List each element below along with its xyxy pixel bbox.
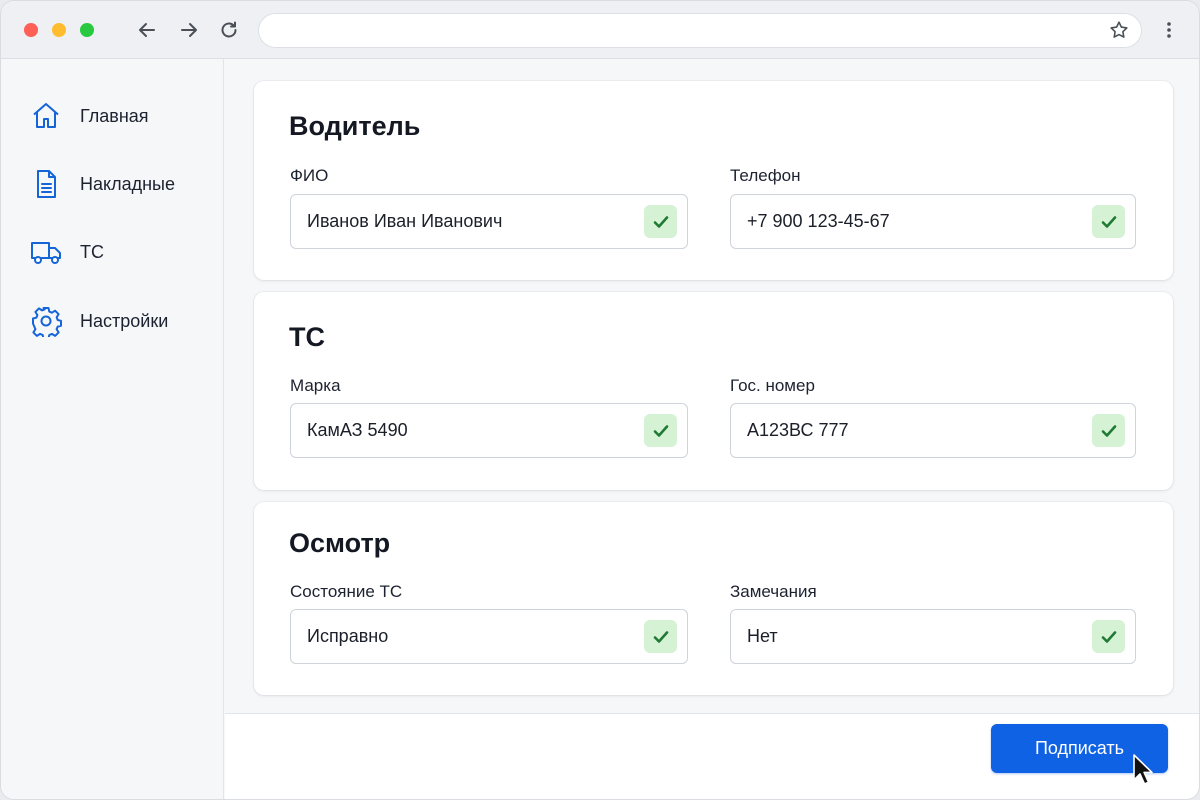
sidebar-item-label: ТС [80, 241, 104, 262]
form-footer: Подписать [225, 713, 1199, 799]
address-bar[interactable] [258, 13, 1142, 48]
forward-button[interactable] [176, 17, 202, 43]
field-value: КамАЗ 5490 [307, 420, 408, 440]
field-value: Нет [747, 626, 778, 646]
back-button[interactable] [134, 17, 160, 43]
section-title: ТС [289, 322, 325, 352]
star-icon [1110, 21, 1128, 38]
home-icon [29, 99, 63, 133]
full-name-field[interactable]: Иванов Иван Иванович [290, 194, 688, 249]
close-window-button[interactable] [24, 23, 38, 37]
document-icon [29, 167, 63, 201]
browser-window: Главная Накладные ТС Настройки Водитель … [0, 0, 1200, 800]
field-label: Замечания [730, 582, 817, 601]
main-content: Водитель ФИО Иванов Иван Иванович Телефо… [225, 59, 1199, 713]
bookmark-button[interactable] [1107, 18, 1131, 42]
vehicle-condition-field[interactable]: Исправно [290, 609, 688, 664]
check-icon [1092, 205, 1125, 238]
sidebar-item-invoices[interactable]: Накладные [29, 167, 209, 201]
field-label: Гос. номер [730, 376, 815, 395]
plate-number-field[interactable]: А123ВС 777 [730, 403, 1136, 458]
browser-menu-button[interactable] [1159, 18, 1179, 42]
field-label: ФИО [290, 166, 329, 185]
field-value: Иванов Иван Иванович [307, 211, 503, 231]
section-title: Осмотр [289, 528, 391, 558]
sidebar: Главная Накладные ТС Настройки [1, 59, 224, 799]
field-label: Телефон [730, 166, 801, 185]
inspection-section: Осмотр Состояние ТС Исправно Замечания Н… [254, 502, 1173, 695]
sidebar-item-home[interactable]: Главная [29, 99, 209, 133]
sidebar-item-settings[interactable]: Настройки [29, 304, 209, 338]
sidebar-item-label: Настройки [80, 310, 169, 331]
field-value: А123ВС 777 [747, 420, 849, 440]
driver-section: Водитель ФИО Иванов Иван Иванович Телефо… [254, 81, 1173, 280]
browser-toolbar [1, 1, 1199, 59]
sidebar-item-label: Накладные [80, 173, 175, 194]
sign-button[interactable]: Подписать [991, 724, 1168, 773]
vehicle-make-field[interactable]: КамАЗ 5490 [290, 403, 688, 458]
check-icon [1092, 414, 1125, 447]
gear-icon [29, 304, 63, 338]
remarks-field[interactable]: Нет [730, 609, 1136, 664]
section-title: Водитель [289, 111, 421, 141]
more-vertical-icon [1167, 22, 1171, 38]
field-value: +7 900 123-45-67 [747, 211, 890, 231]
field-label: Состояние ТС [290, 582, 403, 601]
sidebar-item-vehicles[interactable]: ТС [29, 235, 209, 269]
field-value: Исправно [307, 626, 389, 646]
field-label: Марка [290, 376, 341, 395]
reload-button[interactable] [216, 17, 242, 43]
check-icon [644, 205, 677, 238]
maximize-window-button[interactable] [80, 23, 94, 37]
truck-icon [29, 235, 63, 269]
phone-field[interactable]: +7 900 123-45-67 [730, 194, 1136, 249]
check-icon [644, 414, 677, 447]
minimize-window-button[interactable] [52, 23, 66, 37]
reload-icon [221, 21, 237, 38]
arrow-right-icon [181, 23, 197, 37]
arrow-left-icon [139, 23, 155, 37]
sidebar-item-label: Главная [80, 105, 149, 126]
check-icon [1092, 620, 1125, 653]
check-icon [644, 620, 677, 653]
vehicle-section: ТС Марка КамАЗ 5490 Гос. номер А123ВС 77… [254, 292, 1173, 490]
